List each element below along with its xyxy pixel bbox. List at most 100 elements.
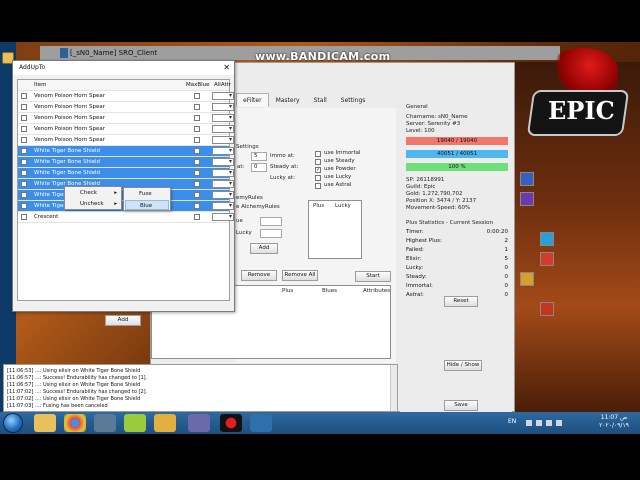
skill-slot-icon[interactable] — [520, 192, 534, 206]
steady-at-label: Steady at: — [270, 164, 299, 170]
rules-lucky-select[interactable] — [260, 229, 282, 238]
taskbar-clock[interactable]: 11:07 ص ٢٠٢٠/٠٩/١٩ — [592, 414, 636, 430]
row-maxblue-checkbox[interactable] — [194, 170, 200, 176]
skill-slot-icon[interactable] — [520, 272, 534, 286]
row-checkbox[interactable] — [21, 203, 27, 209]
skill-slot-icon[interactable] — [540, 252, 554, 266]
tray-volume-icon[interactable] — [556, 420, 562, 426]
close-icon[interactable]: ✕ — [223, 61, 230, 75]
grid-row[interactable]: White Tiger Bone Shield — [18, 157, 234, 168]
row-checkbox[interactable] — [21, 126, 27, 132]
menu-item-uncheck[interactable]: Uncheck ▸ — [66, 199, 120, 209]
row-checkbox[interactable] — [21, 148, 27, 154]
row-maxblue-checkbox[interactable] — [194, 115, 200, 121]
row-allattr-dropdown[interactable] — [212, 190, 234, 200]
immo-value-input[interactable]: 5 — [251, 152, 267, 161]
hide-show-button[interactable]: Hide / Show — [444, 360, 482, 371]
tray-flag-icon[interactable] — [536, 420, 542, 426]
tab-mastery[interactable]: Mastery — [269, 93, 307, 107]
skill-slot-icon[interactable] — [520, 172, 534, 186]
row-allattr-dropdown[interactable] — [212, 102, 234, 112]
row-allattr-dropdown[interactable] — [212, 146, 234, 156]
row-allattr-dropdown[interactable] — [212, 91, 234, 101]
submenu-item-fuse[interactable]: Fuse — [125, 189, 169, 199]
row-maxblue-checkbox[interactable] — [194, 137, 200, 143]
menu-check-label: Check — [80, 190, 97, 196]
row-maxblue-checkbox[interactable] — [194, 104, 200, 110]
remove-all-button[interactable]: Remove All — [282, 270, 318, 281]
app-icon[interactable] — [154, 414, 176, 432]
grid-row[interactable]: Venom Poison Horn Spear — [18, 124, 234, 135]
app-window-icon[interactable] — [188, 414, 210, 432]
row-maxblue-checkbox[interactable] — [194, 148, 200, 154]
bandicam-record-icon[interactable] — [220, 414, 242, 432]
row-checkbox[interactable] — [21, 137, 27, 143]
row-maxblue-checkbox[interactable] — [194, 214, 200, 220]
grid-row[interactable]: Crescent — [18, 212, 234, 223]
row-maxblue-checkbox[interactable] — [194, 192, 200, 198]
alchemy-rules-heading: emyRules — [236, 195, 263, 201]
row-checkbox[interactable] — [21, 181, 27, 187]
rules-add-button[interactable]: Add — [250, 243, 278, 254]
chrome-icon[interactable] — [64, 414, 86, 432]
log-box[interactable]: [11:06:53] ...: Using elixir on White Ti… — [3, 364, 398, 412]
remove-button[interactable]: Remove — [241, 270, 277, 281]
skill-slot-icon[interactable] — [540, 302, 554, 316]
row-checkbox[interactable] — [21, 104, 27, 110]
row-allattr-dropdown[interactable] — [212, 201, 234, 211]
row-allattr-dropdown[interactable] — [212, 113, 234, 123]
row-maxblue-checkbox[interactable] — [194, 93, 200, 99]
row-allattr-dropdown[interactable] — [212, 135, 234, 145]
row-maxblue-checkbox[interactable] — [194, 203, 200, 209]
row-maxblue-checkbox[interactable] — [194, 181, 200, 187]
save-button[interactable]: Save — [444, 400, 478, 411]
reset-button[interactable]: Reset — [444, 296, 478, 307]
start-button[interactable]: Start — [355, 271, 391, 282]
row-allattr-dropdown[interactable] — [212, 157, 234, 167]
m-app-icon[interactable] — [124, 414, 146, 432]
use-powder-checkbox[interactable]: ✓ — [315, 167, 321, 173]
use-astral-checkbox[interactable] — [315, 183, 321, 189]
row-checkbox[interactable] — [21, 93, 27, 99]
tab-settings[interactable]: Settings — [334, 93, 373, 107]
use-steady-checkbox[interactable] — [315, 159, 321, 165]
menu-item-check[interactable]: Check ▸ — [66, 188, 120, 198]
row-maxblue-checkbox[interactable] — [194, 159, 200, 165]
media-player-icon[interactable] — [94, 414, 116, 432]
grid-row[interactable]: Venom Poison Horn Spear — [18, 113, 234, 124]
explorer-icon[interactable] — [34, 414, 56, 432]
row-checkbox[interactable] — [21, 159, 27, 165]
use-lucky-checkbox[interactable] — [315, 175, 321, 181]
log-scrollbar[interactable] — [390, 365, 397, 411]
row-allattr-dropdown[interactable] — [212, 212, 234, 222]
use-immortal-checkbox[interactable] — [315, 151, 321, 157]
tray-arrow-icon[interactable] — [526, 420, 532, 426]
grid-row[interactable]: Venom Poison Horn Spear — [18, 91, 234, 102]
tab-stall[interactable]: Stall — [307, 93, 334, 107]
row-allattr-dropdown[interactable] — [212, 168, 234, 178]
row-checkbox[interactable] — [21, 214, 27, 220]
row-allattr-dropdown[interactable] — [212, 124, 234, 134]
row-checkbox[interactable] — [21, 115, 27, 121]
rules-list[interactable]: Plus Lucky — [308, 200, 362, 259]
windows-start-icon[interactable] — [3, 413, 23, 433]
skill-slot-icon[interactable] — [540, 232, 554, 246]
row-checkbox[interactable] — [21, 192, 27, 198]
rules-plus-input[interactable] — [260, 217, 282, 226]
addupto-add-button[interactable]: Add — [105, 315, 141, 326]
language-indicator[interactable]: EN — [508, 418, 516, 425]
grid-row[interactable]: White Tiger Bone Shield — [18, 146, 234, 157]
grid-row[interactable]: Venom Poison Horn Spear — [18, 102, 234, 113]
submenu-item-blue[interactable]: Blue — [125, 200, 169, 210]
row-maxblue-checkbox[interactable] — [194, 126, 200, 132]
grid-row[interactable]: Venom Poison Horn Spear — [18, 135, 234, 146]
tray-network-icon[interactable] — [546, 420, 552, 426]
clock-time: 11:07 ص — [600, 414, 628, 421]
grid-row[interactable]: White Tiger Bone Shield — [18, 168, 234, 179]
at-value-input[interactable]: 0 — [251, 163, 267, 172]
addupto-titlebar[interactable]: AddUpTo ✕ — [13, 61, 234, 75]
row-allattr-dropdown[interactable] — [212, 179, 234, 189]
tab-filter[interactable]: eFilter — [236, 93, 269, 107]
row-checkbox[interactable] — [21, 170, 27, 176]
sro-client-taskbar-icon[interactable] — [250, 414, 272, 432]
